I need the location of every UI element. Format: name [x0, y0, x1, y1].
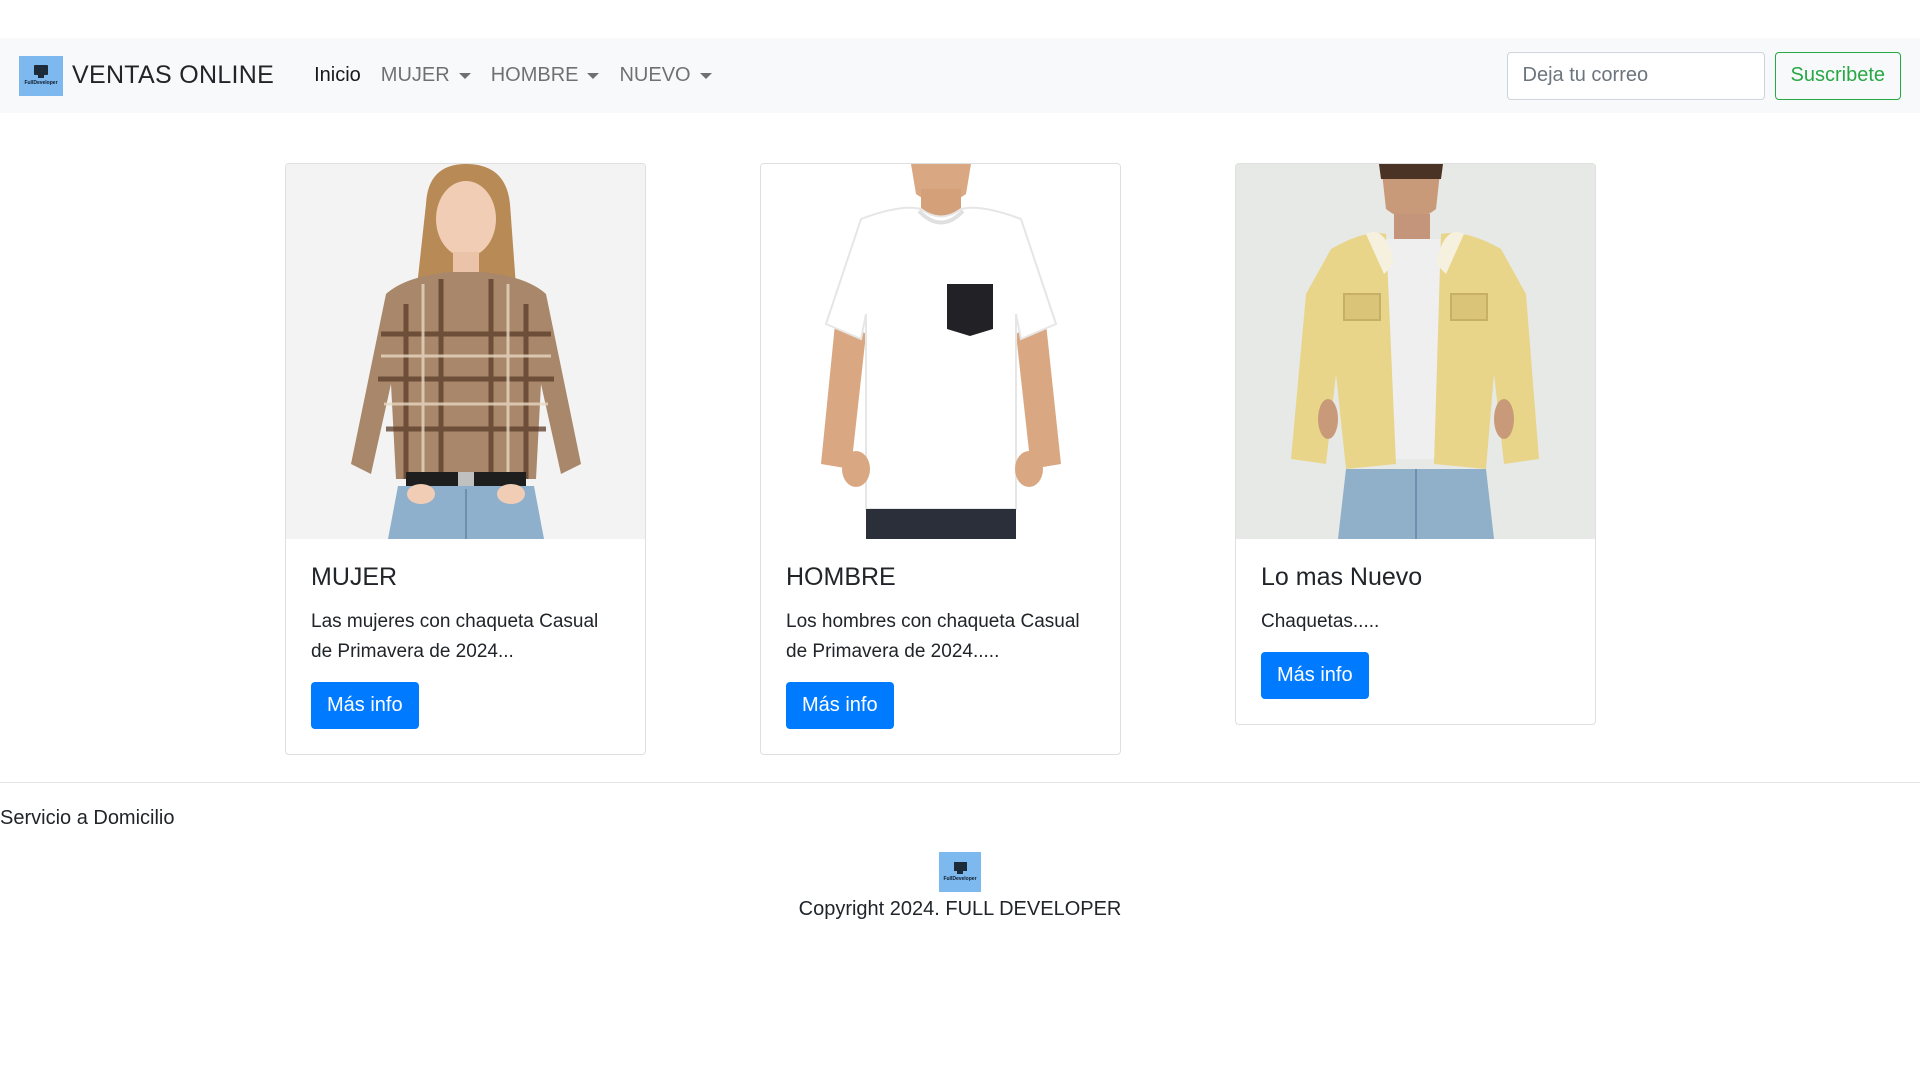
monitor-icon [34, 65, 48, 75]
footer-service-text: Servicio a Domicilio [0, 807, 175, 829]
more-info-button[interactable]: Más info [1261, 652, 1369, 699]
brand-logo: FullDeveloper [19, 55, 63, 96]
monitor-icon [953, 862, 967, 871]
nav-dropdown-mujer[interactable]: MUJER [371, 64, 481, 87]
brand-name: VENTAS ONLINE [72, 61, 275, 89]
card-text: Las mujeres con chaqueta Casual de Prima… [311, 611, 599, 662]
nav-label: MUJER [380, 64, 450, 86]
product-card-mujer: MUJER Las mujeres con chaqueta Casual de… [285, 163, 646, 755]
copyright-text: Copyright 2024. FULL DEVELOPER [798, 898, 1122, 920]
nav-label: HOMBRE [490, 64, 579, 86]
main-nav: Inicio MUJER HOMBRE NUEVO [304, 64, 722, 87]
card-text: Chaquetas..... [1261, 611, 1380, 632]
card-title: Lo mas Nuevo [1261, 563, 1423, 591]
email-input[interactable] [1506, 51, 1765, 100]
product-card-nuevo: Lo mas Nuevo Chaquetas..... Más info [1235, 163, 1596, 725]
card-body: HOMBRE Los hombres con chaqueta Casual d… [761, 539, 1120, 754]
footer-logo: FullDeveloper [939, 852, 981, 892]
caret-down-icon [458, 72, 471, 79]
nav-dropdown-nuevo[interactable]: NUEVO [609, 64, 721, 87]
card-body: MUJER Las mujeres con chaqueta Casual de… [286, 539, 645, 754]
footer-divider [0, 782, 1920, 783]
monitor-stand [38, 75, 44, 78]
card-body: Lo mas Nuevo Chaquetas..... Más info [1236, 539, 1595, 724]
subscribe-button[interactable]: Suscribete [1774, 51, 1901, 100]
logo-text: FullDeveloper [24, 80, 58, 86]
more-info-button[interactable]: Más info [786, 682, 894, 729]
caret-down-icon [587, 72, 600, 79]
card-title: HOMBRE [786, 563, 896, 591]
subscribe-form: Suscribete [1506, 51, 1901, 100]
navbar: FullDeveloper VENTAS ONLINE Inicio MUJER… [0, 38, 1920, 113]
brand-link[interactable]: FullDeveloper VENTAS ONLINE [19, 55, 275, 96]
monitor-stand [957, 871, 963, 874]
logo-text: FullDeveloper [943, 876, 977, 882]
product-card-hombre: HOMBRE Los hombres con chaqueta Casual d… [760, 163, 1121, 755]
product-image-man-yellow-jacket [1236, 164, 1595, 539]
nav-label: Inicio [314, 64, 361, 86]
caret-down-icon [699, 72, 712, 79]
nav-dropdown-hombre[interactable]: HOMBRE [481, 64, 610, 87]
card-title: MUJER [311, 563, 398, 591]
product-image-man-white-tshirt [761, 164, 1120, 539]
product-image-woman-plaid-shirt [286, 164, 645, 539]
nav-label: NUEVO [619, 64, 691, 86]
nav-item-inicio[interactable]: Inicio [304, 64, 371, 87]
card-text: Los hombres con chaqueta Casual de Prima… [786, 611, 1080, 662]
more-info-button[interactable]: Más info [311, 682, 419, 729]
